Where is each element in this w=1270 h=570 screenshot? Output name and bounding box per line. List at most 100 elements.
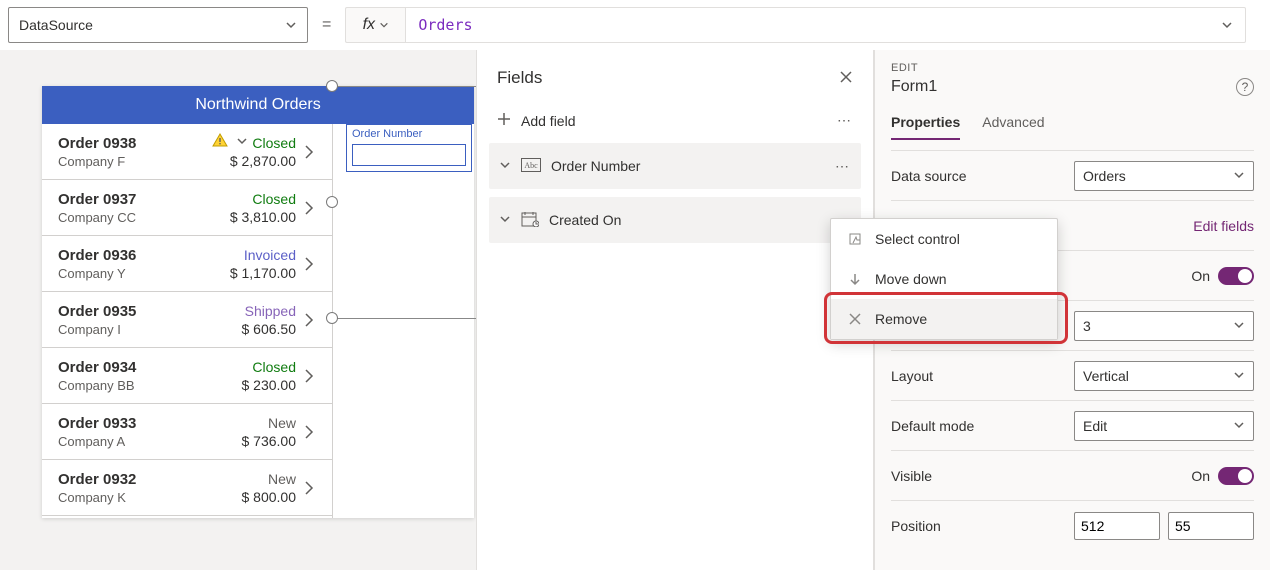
chevron-right-icon[interactable] <box>296 480 322 496</box>
amount-label: $ 2,870.00 <box>206 153 296 169</box>
amount-label: $ 800.00 <box>206 489 296 505</box>
formula-text: Orders <box>418 16 472 34</box>
chevron-right-icon[interactable] <box>296 256 322 272</box>
toggle-label: On <box>1191 468 1210 484</box>
visible-label: Visible <box>891 468 1074 484</box>
field-item[interactable]: Abc Order Number ⋯ <box>489 143 861 189</box>
company-label: Company K <box>58 490 206 505</box>
resize-handle[interactable] <box>326 80 338 92</box>
property-label: DataSource <box>19 17 93 33</box>
status-label: New <box>206 415 296 431</box>
default-mode-label: Default mode <box>891 418 1074 434</box>
more-icon[interactable]: ⋯ <box>835 158 851 175</box>
chevron-down-icon <box>499 158 511 174</box>
svg-text:Abc: Abc <box>524 161 538 170</box>
chevron-right-icon[interactable] <box>296 144 322 160</box>
layout-select[interactable]: Vertical <box>1074 361 1254 391</box>
more-icon[interactable]: ⋯ <box>837 112 853 129</box>
field-item[interactable]: Created On⋯ <box>489 197 861 243</box>
order-title: Order 0934 <box>58 359 206 376</box>
amount-label: $ 3,810.00 <box>206 209 296 225</box>
amount-label: $ 230.00 <box>206 377 296 393</box>
select-icon <box>847 232 863 246</box>
plus-icon <box>497 112 511 129</box>
position-y-input[interactable] <box>1168 512 1254 540</box>
status-label: New <box>206 471 296 487</box>
property-select[interactable]: DataSource <box>8 7 308 43</box>
company-label: Company F <box>58 154 206 169</box>
amount-label: $ 736.00 <box>206 433 296 449</box>
resize-handle[interactable] <box>326 196 338 208</box>
company-label: Company I <box>58 322 206 337</box>
gallery-item[interactable]: Order 0938Company FClosed$ 2,870.00 <box>42 124 332 180</box>
data-source-select[interactable]: Orders <box>1074 161 1254 191</box>
close-icon <box>847 312 863 326</box>
columns-select[interactable]: 3 <box>1074 311 1254 341</box>
add-field-label: Add field <box>521 113 575 129</box>
layout-label: Layout <box>891 368 1074 384</box>
formula-input[interactable]: Orders <box>405 7 1246 43</box>
field-type-icon <box>521 211 539 230</box>
selection-line <box>332 86 476 87</box>
company-label: Company CC <box>58 210 206 225</box>
chevron-right-icon[interactable] <box>296 312 322 328</box>
status-label: Invoiced <box>206 247 296 263</box>
tab-properties[interactable]: Properties <box>891 114 960 140</box>
fx-button[interactable]: fx <box>345 7 405 43</box>
ctx-remove[interactable]: Remove <box>831 299 1057 339</box>
formula-bar: DataSource = fx Orders <box>0 0 1254 50</box>
chevron-down-icon <box>236 134 248 150</box>
status-label: Closed <box>206 359 296 375</box>
gallery-item[interactable]: Order 0932Company KNew$ 800.00 <box>42 460 332 516</box>
order-number-card[interactable]: Order Number <box>346 126 472 170</box>
company-label: Company BB <box>58 378 206 393</box>
help-icon[interactable]: ? <box>1236 78 1254 96</box>
chevron-down-icon <box>1233 368 1245 384</box>
order-title: Order 0933 <box>58 415 206 432</box>
fields-panel: Fields Add field ⋯ Abc Order Number ⋯ Creat… <box>476 50 874 570</box>
arrow-down-icon <box>847 272 863 286</box>
amount-label: $ 1,170.00 <box>206 265 296 281</box>
warning-icon <box>212 132 228 151</box>
ctx-select-control[interactable]: Select control <box>831 219 1057 259</box>
fields-title: Fields <box>497 68 542 88</box>
data-source-label: Data source <box>891 168 1074 184</box>
gallery-item[interactable]: Order 0936 Company YInvoiced $ 1,170.00 <box>42 236 332 292</box>
ctx-move-down[interactable]: Move down <box>831 259 1057 299</box>
gallery-item[interactable]: Order 0937Company CCClosed$ 3,810.00 <box>42 180 332 236</box>
gallery-item[interactable]: Order 0933Company ANew$ 736.00 <box>42 404 332 460</box>
fx-icon: fx <box>363 16 375 34</box>
app-title: Northwind Orders <box>42 86 474 124</box>
chevron-down-icon <box>285 19 297 31</box>
tab-advanced[interactable]: Advanced <box>982 114 1044 140</box>
company-label: Company Y <box>58 266 206 281</box>
snap-toggle[interactable] <box>1218 267 1254 285</box>
order-title: Order 0936 <box>58 247 206 264</box>
chevron-down-icon <box>1233 318 1245 334</box>
chevron-right-icon[interactable] <box>296 368 322 384</box>
field-label: Created On <box>549 212 825 228</box>
field-label: Order Number <box>551 158 825 174</box>
close-icon[interactable] <box>839 70 853 87</box>
chevron-right-icon[interactable] <box>296 200 322 216</box>
visible-toggle[interactable] <box>1218 467 1254 485</box>
chevron-right-icon[interactable] <box>296 424 322 440</box>
gallery-item[interactable]: Order 0935Company IShipped$ 606.50 <box>42 292 332 348</box>
chevron-down-icon <box>1233 418 1245 434</box>
edit-fields-link[interactable]: Edit fields <box>1193 218 1254 234</box>
order-title: Order 0935 <box>58 303 206 320</box>
default-mode-select[interactable]: Edit <box>1074 411 1254 441</box>
chevron-down-icon <box>379 20 389 30</box>
position-x-input[interactable] <box>1074 512 1160 540</box>
toggle-label: On <box>1191 268 1210 284</box>
card-input[interactable] <box>352 144 466 166</box>
add-field-button[interactable]: Add field <box>497 112 575 129</box>
resize-handle[interactable] <box>326 312 338 324</box>
position-label: Position <box>891 518 1074 534</box>
status-label: Closed <box>206 191 296 207</box>
edit-label: EDIT <box>891 62 1254 74</box>
chevron-down-icon <box>1233 168 1245 184</box>
selection-line <box>332 318 476 319</box>
gallery-item[interactable]: Order 0934 Company BBClosed $ 230.00 <box>42 348 332 404</box>
amount-label: $ 606.50 <box>206 321 296 337</box>
